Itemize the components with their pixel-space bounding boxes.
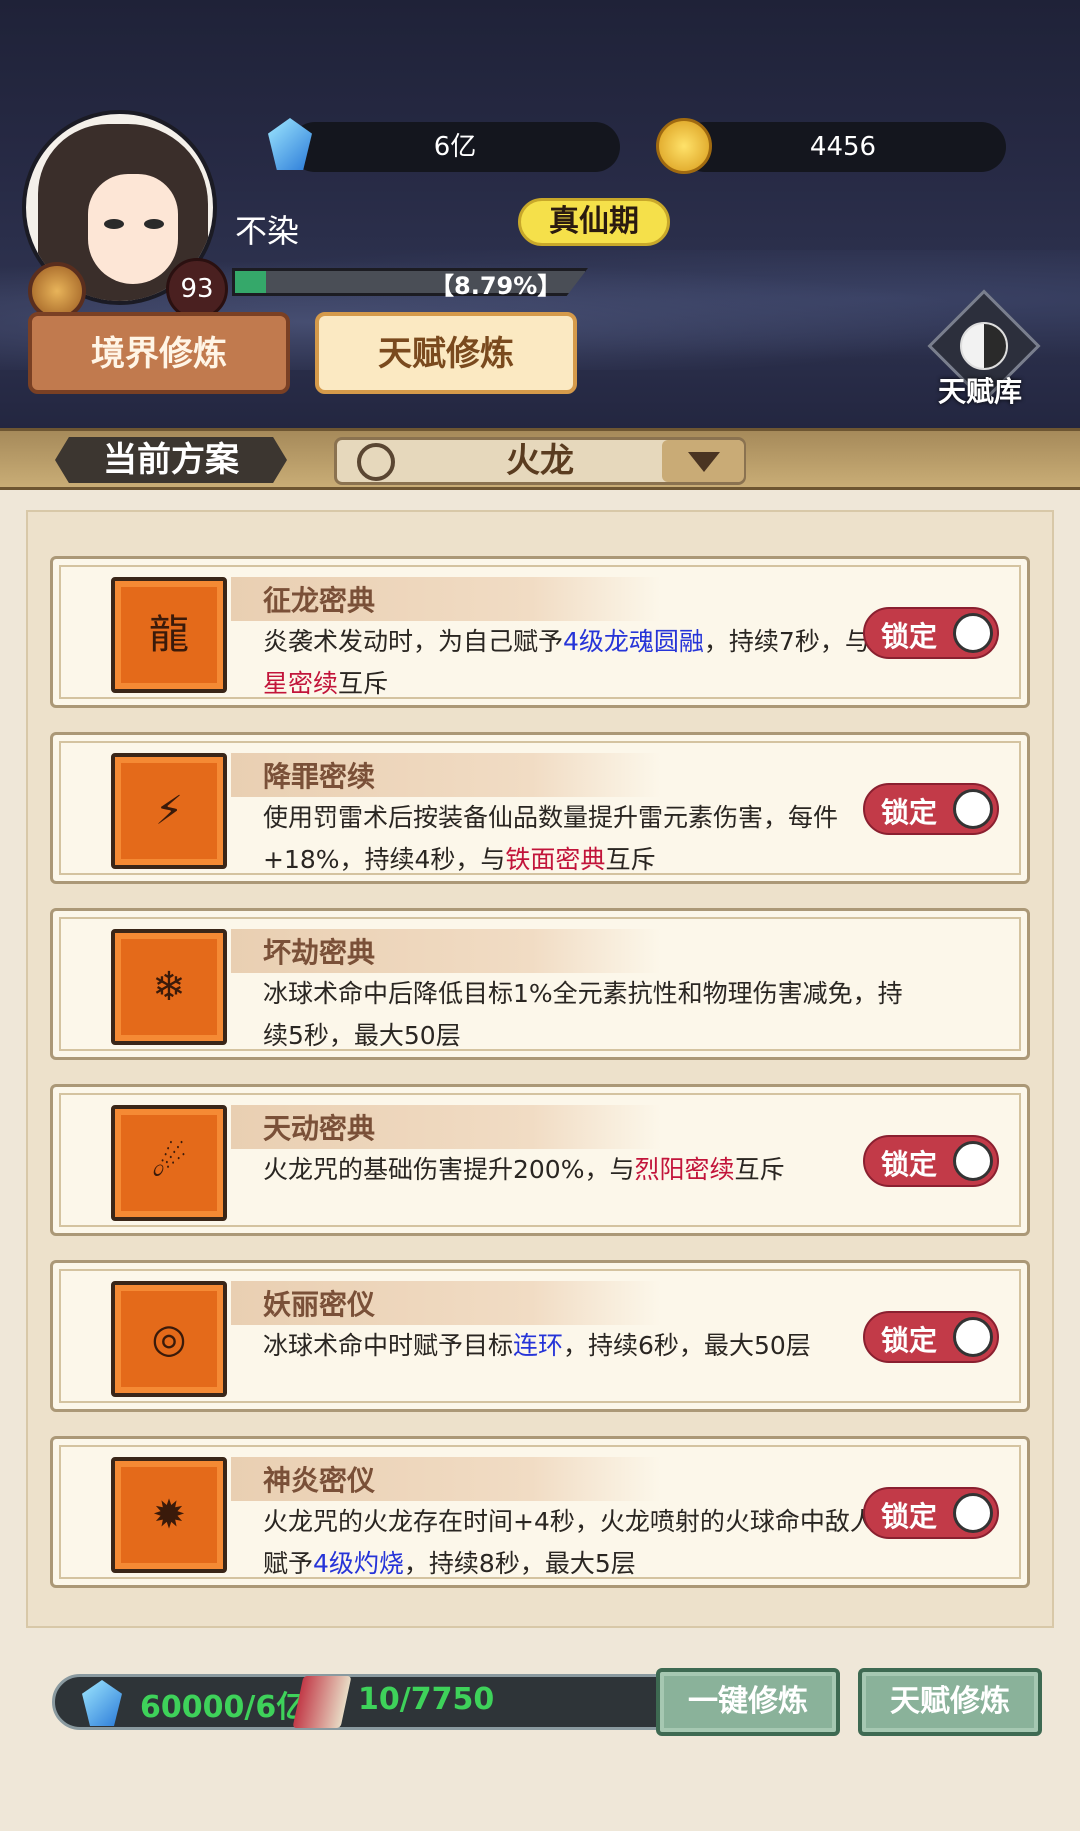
- description-text: ，持续7秒，与: [703, 627, 870, 656]
- talent-card[interactable]: ⚡ 降罪密续使用罚雷术后按装备仙品数量提升雷元素伤害，每件+18%，持续4秒，与铁…: [50, 732, 1030, 884]
- yinyang-icon: [960, 322, 1008, 370]
- talent-card[interactable]: ◎ 妖丽密仪 冰球术命中时赋予目标连环，持续6秒，最大50层 锁定: [50, 1260, 1030, 1412]
- icon-glyph: 龍: [149, 612, 189, 658]
- tab-realm-training[interactable]: 境界修炼: [28, 312, 290, 394]
- highlighted-term[interactable]: 连环: [513, 1331, 563, 1360]
- description-text: ，持续8秒，最大5层: [403, 1549, 636, 1578]
- highlighted-term[interactable]: 4级灼烧: [313, 1549, 404, 1578]
- talent-card[interactable]: 龍 征龙密典炎袭术发动时，为自己赋予4级龙魂圆融，持续7秒，与虎星密续互斥锁定: [50, 556, 1030, 708]
- scheme-label: 当前方案: [55, 437, 287, 483]
- talent-description: 火龙咒的火龙存在时间+4秒，火龙喷射的火球命中敌人会赋予4级灼烧，持续8秒，最大…: [263, 1501, 913, 1585]
- realm-badge: 真仙期: [518, 198, 670, 246]
- gem-cost: 60000/6亿: [140, 1690, 307, 1725]
- lightning-glyph-icon[interactable]: ⚡: [111, 753, 227, 869]
- toggle-knob: [953, 789, 993, 829]
- edit-icon[interactable]: [357, 443, 395, 481]
- highlighted-term[interactable]: 铁面密典: [505, 845, 605, 874]
- talent-description: 使用罚雷术后按装备仙品数量提升雷元素伤害，每件+18%，持续4秒，与铁面密典互斥: [263, 797, 913, 881]
- icon-glyph: ☄: [151, 1140, 187, 1186]
- icon-glyph: ◎: [151, 1316, 187, 1362]
- icon-glyph: ✹: [152, 1492, 186, 1538]
- talent-title: 坏劫密典: [263, 936, 376, 969]
- description-text: 冰球术命中后降低目标1%全元素抗性和物理伤害减免，持续5秒，最大50层: [263, 979, 903, 1050]
- chevron-down-icon[interactable]: [662, 440, 744, 482]
- tab-talent-training[interactable]: 天赋修炼: [315, 312, 577, 394]
- talent-card[interactable]: ✹ 神炎密仪火龙咒的火龙存在时间+4秒，火龙喷射的火球命中敌人会赋予4级灼烧，持续…: [50, 1436, 1030, 1588]
- fireball-icon[interactable]: ☄: [111, 1105, 227, 1221]
- toggle-knob: [953, 1141, 993, 1181]
- coin-counter: 4456: [680, 122, 1006, 172]
- talent-title: 妖丽密仪: [263, 1288, 376, 1321]
- lock-label: 锁定: [881, 620, 938, 653]
- icon-glyph: ❄: [152, 964, 186, 1010]
- lock-label: 锁定: [881, 1148, 938, 1181]
- one-click-train-button[interactable]: 一键修炼: [656, 1668, 840, 1736]
- flame-demon-icon[interactable]: ✹: [111, 1457, 227, 1573]
- talent-card[interactable]: ❄ 坏劫密典冰球术命中后降低目标1%全元素抗性和物理伤害减免，持续5秒，最大50层: [50, 908, 1030, 1060]
- description-text: 冰球术命中时赋予目标: [263, 1331, 514, 1360]
- lock-label: 锁定: [881, 796, 938, 829]
- lock-toggle[interactable]: 锁定: [863, 607, 999, 659]
- level-badge: 93: [166, 258, 228, 320]
- highlighted-term[interactable]: 4级龙魂圆融: [563, 627, 704, 656]
- talent-title: 神炎密仪: [263, 1464, 376, 1497]
- description-text: 互斥: [338, 669, 389, 698]
- avatar-eye: [144, 219, 164, 229]
- toggle-knob: [953, 1493, 993, 1533]
- avatar-face: [88, 174, 178, 284]
- lock-label: 锁定: [881, 1500, 938, 1533]
- scheme-value: 火龙: [506, 441, 574, 481]
- talent-title: 降罪密续: [263, 760, 376, 793]
- talent-library-label: 天赋库: [938, 375, 1023, 408]
- description-text: 炎袭术发动时，为自己赋予: [263, 627, 564, 656]
- toggle-knob: [953, 613, 993, 653]
- ice-orb-icon[interactable]: ❄: [111, 929, 227, 1045]
- exp-percent: 【8.79%】: [430, 272, 562, 300]
- gem-counter: 6亿: [290, 122, 620, 172]
- player-name: 不染: [235, 212, 300, 250]
- talent-title: 征龙密典: [263, 584, 376, 617]
- description-text: 互斥: [605, 845, 656, 874]
- talent-description: 炎袭术发动时，为自己赋予4级龙魂圆融，持续7秒，与虎星密续互斥: [263, 621, 913, 705]
- talent-description: 冰球术命中时赋予目标连环，持续6秒，最大50层: [263, 1325, 913, 1367]
- description-text: 互斥: [734, 1155, 785, 1184]
- lock-toggle[interactable]: 锁定: [863, 1135, 999, 1187]
- description-text: ，持续6秒，最大50层: [563, 1331, 811, 1360]
- talent-description: 冰球术命中后降低目标1%全元素抗性和物理伤害减免，持续5秒，最大50层: [263, 973, 913, 1057]
- lock-label: 锁定: [881, 1324, 938, 1357]
- description-text: 火龙咒的基础伤害提升200%，与: [263, 1155, 635, 1184]
- talent-card[interactable]: ☄ 天动密典 火龙咒的基础伤害提升200%，与烈阳密续互斥 锁定: [50, 1084, 1030, 1236]
- lock-toggle[interactable]: 锁定: [863, 1487, 999, 1539]
- icon-glyph: ⚡: [154, 788, 184, 834]
- scroll-cost: 10/7750: [358, 1682, 495, 1717]
- talent-train-button[interactable]: 天赋修炼: [858, 1668, 1042, 1736]
- highlighted-term[interactable]: 烈阳密续: [634, 1155, 734, 1184]
- chain-ring-icon[interactable]: ◎: [111, 1281, 227, 1397]
- exp-bar-fill: [235, 271, 266, 293]
- toggle-knob: [953, 1317, 993, 1357]
- avatar-eye: [104, 219, 124, 229]
- talent-description: 火龙咒的基础伤害提升200%，与烈阳密续互斥: [263, 1149, 913, 1191]
- lock-toggle[interactable]: 锁定: [863, 783, 999, 835]
- coin-icon: [656, 118, 712, 174]
- dragon-emblem-icon[interactable]: 龍: [111, 577, 227, 693]
- talent-title: 天动密典: [263, 1112, 376, 1145]
- lock-toggle[interactable]: 锁定: [863, 1311, 999, 1363]
